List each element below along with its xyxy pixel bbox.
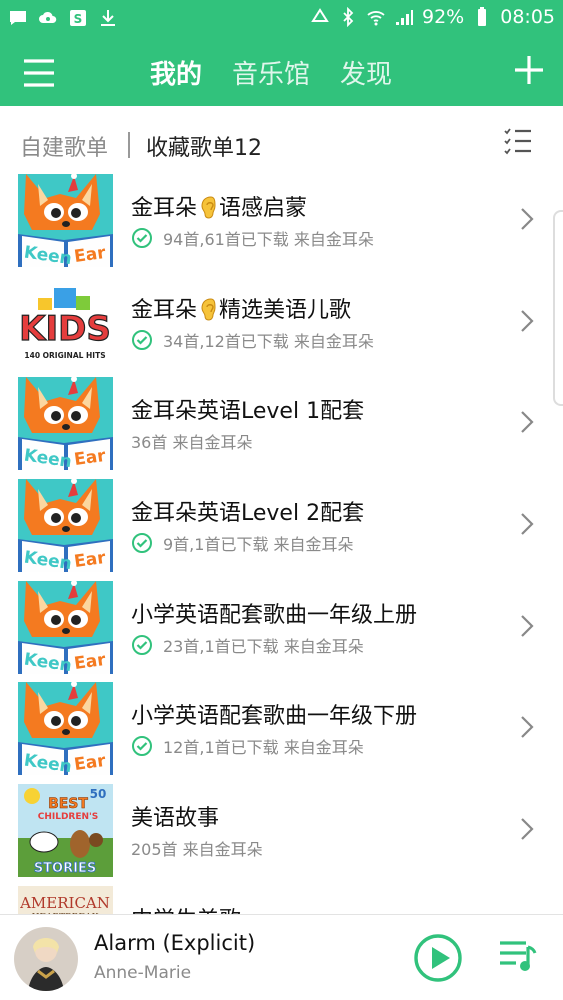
batch-manage-icon[interactable]	[503, 126, 533, 156]
svg-text:Ear: Ear	[73, 548, 108, 572]
playlist-cover[interactable]: Keen Ear	[18, 377, 113, 471]
app-s-icon: S	[70, 10, 86, 26]
now-playing-title: Alarm (Explicit)	[94, 931, 256, 955]
playlist-title: 金耳朵 精选美语儿歌	[131, 297, 352, 323]
segment-divider	[128, 132, 130, 158]
playlist-item[interactable]: Keen Ear 小学英语配套歌曲一年级下册 12首,1首已下载 来自金耳朵	[0, 676, 563, 778]
playlist-cover[interactable]: 50 BEST CHILDREN'S STORIES	[18, 784, 113, 878]
chevron-right-icon	[521, 411, 534, 434]
own-playlists-tab[interactable]: 自建歌单	[20, 130, 108, 162]
add-icon[interactable]	[513, 54, 545, 86]
svg-text:AMERICAN: AMERICAN	[19, 894, 110, 912]
app-header: S 92% 08:05 我的 音乐馆 发现	[0, 0, 563, 106]
playlist-title: 美语故事	[131, 806, 220, 832]
ear-emoji-icon	[201, 196, 216, 219]
battery-icon	[478, 7, 487, 26]
playlist-meta-text: 9首,1首已下载 来自金耳朵	[163, 535, 354, 555]
cloud-settings-icon	[39, 11, 57, 23]
notification-icons: S	[8, 8, 118, 28]
playlist-meta-text: 23首,1首已下载 来自金耳朵	[163, 636, 364, 656]
queue-icon[interactable]	[498, 939, 538, 975]
downloaded-check-icon	[132, 736, 152, 757]
signal-icon	[396, 10, 413, 25]
playlist-item[interactable]: KIDS 140 ORIGINAL HITS 金耳朵 精选美语儿歌 34首,12…	[0, 270, 563, 372]
svg-text:KIDS: KIDS	[19, 309, 111, 349]
playlist-item[interactable]: 50 BEST CHILDREN'S STORIES 美语故事 205首 来自金…	[0, 778, 563, 880]
playlist-meta-text: 94首,61首已下载 来自金耳朵	[163, 230, 374, 249]
playlist-meta: 36首 来自金耳朵	[131, 429, 252, 453]
playlist-meta-text: 34首,12首已下载 来自金耳朵	[163, 331, 374, 351]
favorite-playlists-tab[interactable]: 收藏歌单12	[146, 130, 262, 162]
svg-text:STORIES: STORIES	[34, 861, 96, 876]
playlist-meta-text: 205首 来自金耳朵	[131, 840, 263, 860]
tab-mine[interactable]: 我的	[150, 54, 202, 91]
tab-music-hall[interactable]: 音乐馆	[232, 54, 310, 91]
svg-text:50: 50	[90, 787, 107, 801]
playlist-item[interactable]: Keen Ear 金耳朵 语感启蒙 94首,61首已下载 来自金耳朵	[0, 168, 563, 270]
playlist-item[interactable]: Keen Ear 小学英语配套歌曲一年级上册 23首,1首已下载 来自金耳朵	[0, 575, 563, 677]
mini-player[interactable]: Alarm (Explicit) Anne-Marie	[0, 914, 563, 1000]
download-icon	[101, 10, 115, 26]
playlist-meta: 12首,1首已下载 来自金耳朵	[131, 734, 364, 758]
playlist-title: 金耳朵英语Level 2配套	[131, 501, 365, 527]
now-playing-artist: Anne-Marie	[94, 963, 192, 983]
playlist-cover[interactable]: KIDS 140 ORIGINAL HITS	[18, 275, 113, 369]
wifi-icon	[367, 11, 385, 26]
chevron-right-icon	[521, 818, 534, 840]
playlist-meta-text: 12首,1首已下载 来自金耳朵	[163, 738, 364, 758]
battery-percent: 92%	[422, 6, 465, 28]
playlist-meta: 23首,1首已下载 来自金耳朵	[131, 633, 364, 657]
playlist-meta: 34首,12首已下载 来自金耳朵	[131, 328, 374, 352]
playlist-list: Keen Ear 金耳朵 语感启蒙 94首,61首已下载 来自金耳朵 KIDS …	[0, 168, 563, 982]
status-bar: S 92% 08:05	[0, 0, 563, 38]
playlist-meta: 94首,61首已下载 来自金耳朵	[131, 226, 374, 250]
tab-discover[interactable]: 发现	[340, 54, 392, 91]
sync-icon	[311, 8, 329, 22]
playlist-section-header: 自建歌单 收藏歌单12	[0, 112, 563, 170]
playlist-cover[interactable]: Keen Ear	[18, 580, 113, 674]
playlist-title: 金耳朵 语感启蒙	[131, 196, 308, 221]
tab-bar: 我的 音乐馆 发现	[150, 54, 392, 91]
playlist-item[interactable]: Keen Ear 金耳朵英语Level 2配套 9首,1首已下载 来自金耳朵	[0, 473, 563, 575]
chevron-right-icon	[521, 716, 534, 739]
svg-text:Ear: Ear	[73, 751, 108, 775]
playlist-title: 金耳朵英语Level 1配套	[131, 399, 365, 425]
playlist-meta-text: 36首 来自金耳朵	[131, 433, 253, 453]
playlist-cover[interactable]: Keen Ear	[18, 682, 113, 776]
svg-text:BEST: BEST	[48, 796, 88, 812]
downloaded-check-icon	[132, 634, 152, 655]
svg-text:S: S	[74, 12, 83, 26]
bluetooth-icon	[343, 7, 354, 27]
svg-text:CHILDREN'S: CHILDREN'S	[38, 812, 99, 822]
system-status: 92% 08:05	[310, 6, 555, 28]
playlist-meta: 9首,1首已下载 来自金耳朵	[131, 531, 354, 555]
playlist-meta: 205首 来自金耳朵	[131, 836, 263, 860]
playlist-title: 小学英语配套歌曲一年级下册	[131, 704, 418, 730]
chevron-right-icon	[521, 614, 534, 637]
album-art[interactable]	[14, 927, 78, 991]
downloaded-check-icon	[132, 329, 152, 350]
playlist-cover[interactable]: Keen Ear	[18, 479, 113, 573]
downloaded-check-icon	[132, 228, 152, 248]
play-icon[interactable]	[413, 933, 463, 983]
svg-text:Ear: Ear	[73, 650, 108, 674]
menu-icon[interactable]	[22, 56, 56, 90]
playlist-title: 小学英语配套歌曲一年级上册	[131, 602, 418, 628]
message-icon	[10, 11, 26, 25]
ear-emoji-icon	[201, 298, 216, 321]
chevron-right-icon	[521, 513, 534, 535]
chevron-right-icon	[521, 309, 534, 332]
playlist-item[interactable]: Keen Ear 金耳朵英语Level 1配套 36首 来自金耳朵	[0, 371, 563, 473]
downloaded-check-icon	[132, 533, 152, 554]
svg-text:Ear: Ear	[73, 243, 108, 267]
playlist-cover[interactable]: Keen Ear	[18, 174, 113, 267]
chevron-right-icon	[521, 208, 534, 230]
svg-text:140 ORIGINAL HITS: 140 ORIGINAL HITS	[24, 351, 105, 360]
clock: 08:05	[500, 6, 555, 28]
top-nav: 我的 音乐馆 发现	[0, 44, 563, 104]
svg-text:Ear: Ear	[73, 446, 108, 470]
